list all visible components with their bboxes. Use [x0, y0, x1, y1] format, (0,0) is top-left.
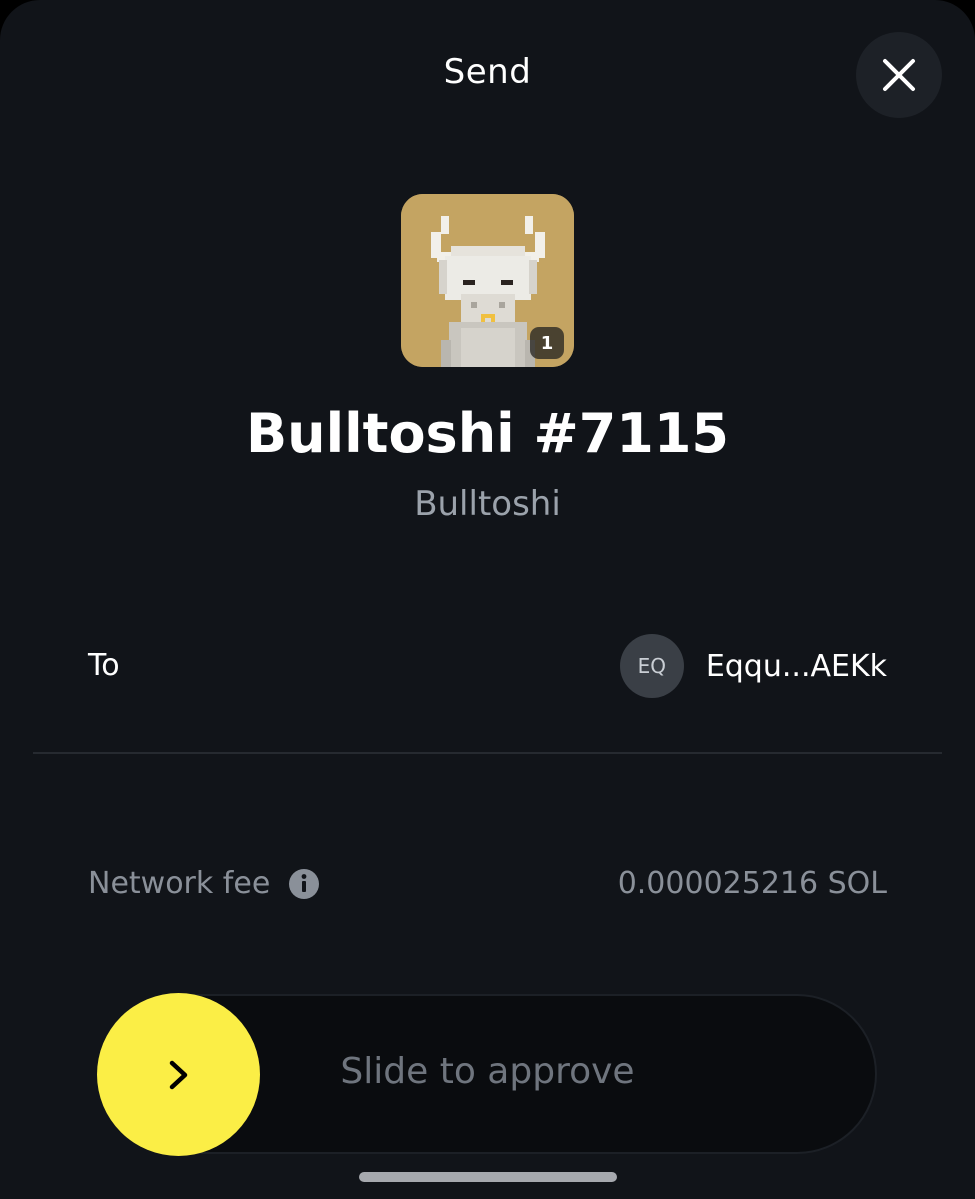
- recipient: EQ Eqqu...AEKk: [619, 634, 887, 698]
- quantity-badge: 1: [530, 327, 564, 359]
- recipient-address: Eqqu...AEKk: [705, 648, 887, 684]
- close-button[interactable]: [856, 32, 942, 118]
- network-fee-row: Network fee: [88, 866, 320, 901]
- page-title: Send: [443, 52, 532, 92]
- network-fee-label: Network fee: [88, 866, 271, 901]
- recipient-avatar: EQ: [619, 634, 684, 698]
- collection-name: Bulltoshi: [414, 484, 561, 524]
- nft-name: Bulltoshi #7115: [246, 402, 729, 465]
- close-icon: [883, 59, 915, 91]
- chevron-right-icon: [169, 1060, 187, 1089]
- info-icon[interactable]: [288, 868, 320, 900]
- network-fee-value: 0.000025216 SOL: [617, 866, 887, 901]
- send-sheet: Send 1 Bulltoshi #7115 Bulltoshi To EQ E…: [0, 0, 975, 1199]
- to-label: To: [88, 648, 120, 683]
- home-indicator[interactable]: [359, 1172, 617, 1182]
- slide-to-approve-handle[interactable]: [97, 993, 260, 1156]
- divider: [33, 752, 942, 754]
